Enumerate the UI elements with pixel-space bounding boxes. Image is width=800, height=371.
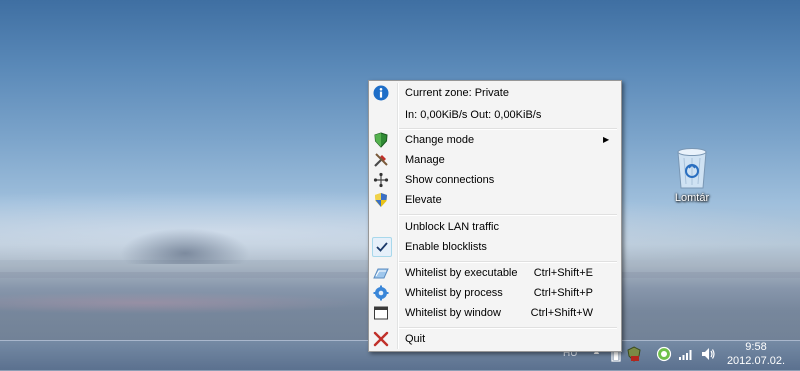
wallpaper-cloud bbox=[120, 228, 250, 264]
menu-item-label: Unblock LAN traffic bbox=[405, 221, 499, 233]
menu-item-unblock-lan[interactable]: Unblock LAN traffic bbox=[371, 217, 619, 237]
menu-item-shortcut: Ctrl+Shift+W bbox=[530, 307, 593, 319]
chat-tray-icon[interactable] bbox=[656, 346, 672, 362]
firewall-context-menu: Current zone: Private In: 0,00KiB/s Out:… bbox=[368, 80, 622, 352]
clock-date: 2012.07.02. bbox=[726, 355, 786, 367]
menu-traffic-stats: In: 0,00KiB/s Out: 0,00KiB/s bbox=[371, 105, 619, 125]
checkmark-icon bbox=[375, 240, 391, 256]
uac-shield-icon bbox=[373, 192, 389, 208]
current-zone-label: Current zone: Private bbox=[405, 87, 509, 99]
clock-time: 9:58 bbox=[745, 341, 767, 353]
menu-item-whitelist-window[interactable]: Whitelist by window Ctrl+Shift+W bbox=[371, 303, 619, 323]
tools-icon bbox=[373, 152, 389, 168]
wallpaper-glow bbox=[0, 292, 360, 314]
window-icon bbox=[373, 305, 389, 321]
taskbar-clock[interactable]: 9:58 2012.07.02. bbox=[726, 340, 786, 368]
menu-item-enable-blocklists[interactable]: Enable blocklists bbox=[371, 237, 619, 257]
menu-item-whitelist-process[interactable]: Whitelist by process Ctrl+Shift+P bbox=[371, 283, 619, 303]
menu-current-zone: Current zone: Private bbox=[371, 83, 619, 103]
gear-icon bbox=[373, 285, 389, 301]
firewall-tray-icon[interactable] bbox=[626, 346, 642, 362]
traffic-label: In: 0,00KiB/s Out: 0,00KiB/s bbox=[405, 109, 542, 121]
menu-item-label: Whitelist by process bbox=[405, 287, 503, 299]
menu-separator bbox=[399, 214, 617, 216]
menu-item-manage[interactable]: Manage bbox=[371, 150, 619, 170]
close-icon bbox=[373, 331, 389, 347]
shield-icon bbox=[373, 132, 389, 148]
menu-item-whitelist-executable[interactable]: Whitelist by executable Ctrl+Shift+E bbox=[371, 263, 619, 283]
network-icon bbox=[373, 172, 389, 188]
menu-item-label: Enable blocklists bbox=[405, 241, 487, 253]
network-signal-icon[interactable] bbox=[678, 346, 694, 362]
menu-item-show-connections[interactable]: Show connections bbox=[371, 170, 619, 190]
menu-item-label: Change mode bbox=[405, 134, 475, 146]
executable-icon bbox=[373, 265, 389, 281]
menu-item-label: Quit bbox=[405, 333, 426, 345]
recycle-bin-icon bbox=[677, 148, 707, 189]
menu-item-elevate[interactable]: Elevate bbox=[371, 190, 619, 210]
volume-icon[interactable] bbox=[700, 346, 716, 362]
submenu-arrow-icon: ▶ bbox=[603, 135, 610, 144]
menu-item-label: Whitelist by window bbox=[405, 307, 501, 319]
recycle-bin-label: Lomtár bbox=[674, 192, 710, 204]
menu-item-label: Whitelist by executable bbox=[405, 267, 518, 279]
menu-item-label: Manage bbox=[405, 154, 445, 166]
menu-item-shortcut: Ctrl+Shift+P bbox=[533, 287, 593, 299]
menu-item-label: Show connections bbox=[405, 174, 495, 186]
menu-item-shortcut: Ctrl+Shift+E bbox=[533, 267, 593, 279]
menu-item-label: Elevate bbox=[405, 194, 442, 206]
info-icon bbox=[373, 85, 389, 101]
desktop-icon-recycle-bin[interactable]: Lomtár bbox=[664, 146, 720, 216]
menu-item-quit[interactable]: Quit bbox=[371, 329, 619, 349]
menu-item-change-mode[interactable]: Change mode ▶ bbox=[371, 130, 619, 150]
